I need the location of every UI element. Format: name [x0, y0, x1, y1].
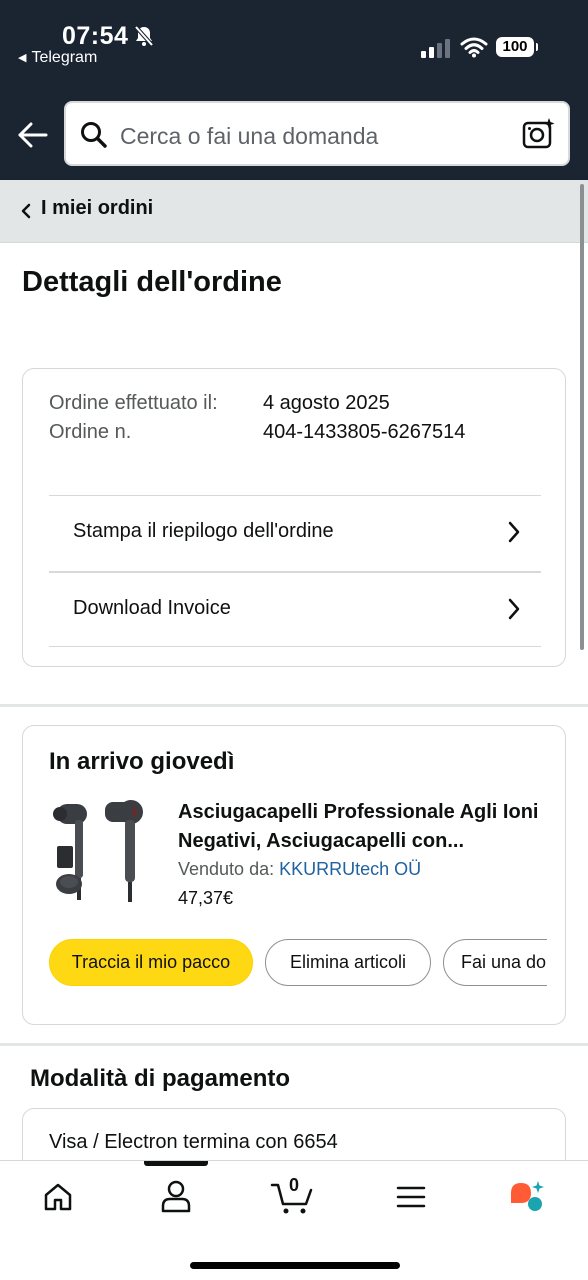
cellular-signal-icon: [421, 38, 453, 58]
order-date-value: 4 agosto 2025: [263, 392, 390, 414]
payment-card-ending: termina con 6654: [183, 1131, 338, 1153]
print-summary-link[interactable]: Stampa il riepilogo dell'ordine: [49, 496, 541, 570]
back-arrow-icon[interactable]: [16, 118, 50, 152]
camera-search-icon[interactable]: [522, 117, 556, 151]
cart-count: 0: [289, 1175, 300, 1195]
rufus-assistant-icon[interactable]: [508, 1179, 548, 1215]
order-summary-card: Ordine effettuato il: Ordine n. 4 agosto…: [22, 368, 566, 667]
active-tab-indicator: [144, 1161, 208, 1166]
wifi-icon: [460, 37, 488, 58]
page-title: Dettagli dell'ordine: [22, 266, 282, 298]
delivery-card: In arrivo giovedì Asciugacapelli Profess…: [22, 725, 566, 1025]
battery-indicator: 100: [496, 37, 538, 57]
section-separator: [0, 704, 588, 707]
app-header: 07:54 ◀ Telegram 100 Cerca o fai una doma…: [0, 0, 588, 180]
payment-title: Modalità di pagamento: [30, 1065, 291, 1092]
order-date-label: Ordine effettuato il:: [49, 392, 218, 414]
payment-method: Visa / Electron termina con 6654: [49, 1131, 338, 1154]
home-icon[interactable]: [42, 1181, 74, 1213]
section-separator: [0, 1043, 588, 1046]
seller-label: Venduto da:: [178, 859, 275, 879]
divider: [49, 646, 541, 647]
track-package-button[interactable]: Traccia il mio pacco: [49, 939, 253, 986]
back-to-telegram[interactable]: ◀ Telegram: [18, 49, 97, 67]
remove-items-button[interactable]: Elimina articoli: [265, 939, 431, 986]
chevron-left-icon: [21, 203, 31, 219]
action-buttons: Traccia il mio pacco Elimina articoli Fa…: [49, 939, 547, 987]
seller-link[interactable]: KKURRUtech OÜ: [279, 859, 421, 879]
print-summary-label: Stampa il riepilogo dell'ordine: [73, 520, 334, 542]
chevron-right-icon: [508, 598, 520, 620]
order-number-value: 404-1433805-6267514: [263, 421, 466, 443]
download-invoice-link[interactable]: Download Invoice: [49, 573, 541, 647]
order-number-label: Ordine n.: [49, 421, 132, 443]
status-time: 07:54: [62, 22, 129, 50]
ask-question-button[interactable]: Fai una do: [443, 939, 547, 986]
payment-card-type: Visa / Electron: [49, 1131, 178, 1153]
product-price: 47,37€: [178, 888, 234, 908]
back-app-label: Telegram: [31, 49, 98, 66]
order-labels: Ordine effettuato il: Ordine n.: [49, 389, 239, 447]
product-image[interactable]: [53, 796, 149, 906]
home-indicator: [190, 1262, 400, 1269]
menu-icon[interactable]: [396, 1185, 426, 1209]
breadcrumb[interactable]: I miei ordini: [0, 180, 588, 243]
account-icon[interactable]: [160, 1179, 192, 1213]
download-invoice-label: Download Invoice: [73, 597, 231, 619]
delivery-title: In arrivo giovedì: [49, 748, 235, 775]
bottom-navigation: 0: [0, 1160, 588, 1280]
breadcrumb-label[interactable]: I miei ordini: [41, 197, 153, 220]
search-input[interactable]: Cerca o fai una domanda: [120, 123, 378, 150]
order-values: 4 agosto 2025 404-1433805-6267514: [263, 389, 465, 447]
chevron-right-icon: [508, 521, 520, 543]
search-bar[interactable]: Cerca o fai una domanda: [64, 101, 570, 166]
product-title[interactable]: Asciugacapelli Professionale Agli Ioni N…: [178, 798, 548, 856]
back-triangle-icon: ◀: [18, 52, 27, 64]
bell-muted-icon: [134, 25, 154, 47]
scrollbar[interactable]: [580, 184, 584, 650]
product-seller: Venduto da: KKURRUtech OÜ: [178, 859, 421, 880]
search-icon: [81, 122, 107, 148]
